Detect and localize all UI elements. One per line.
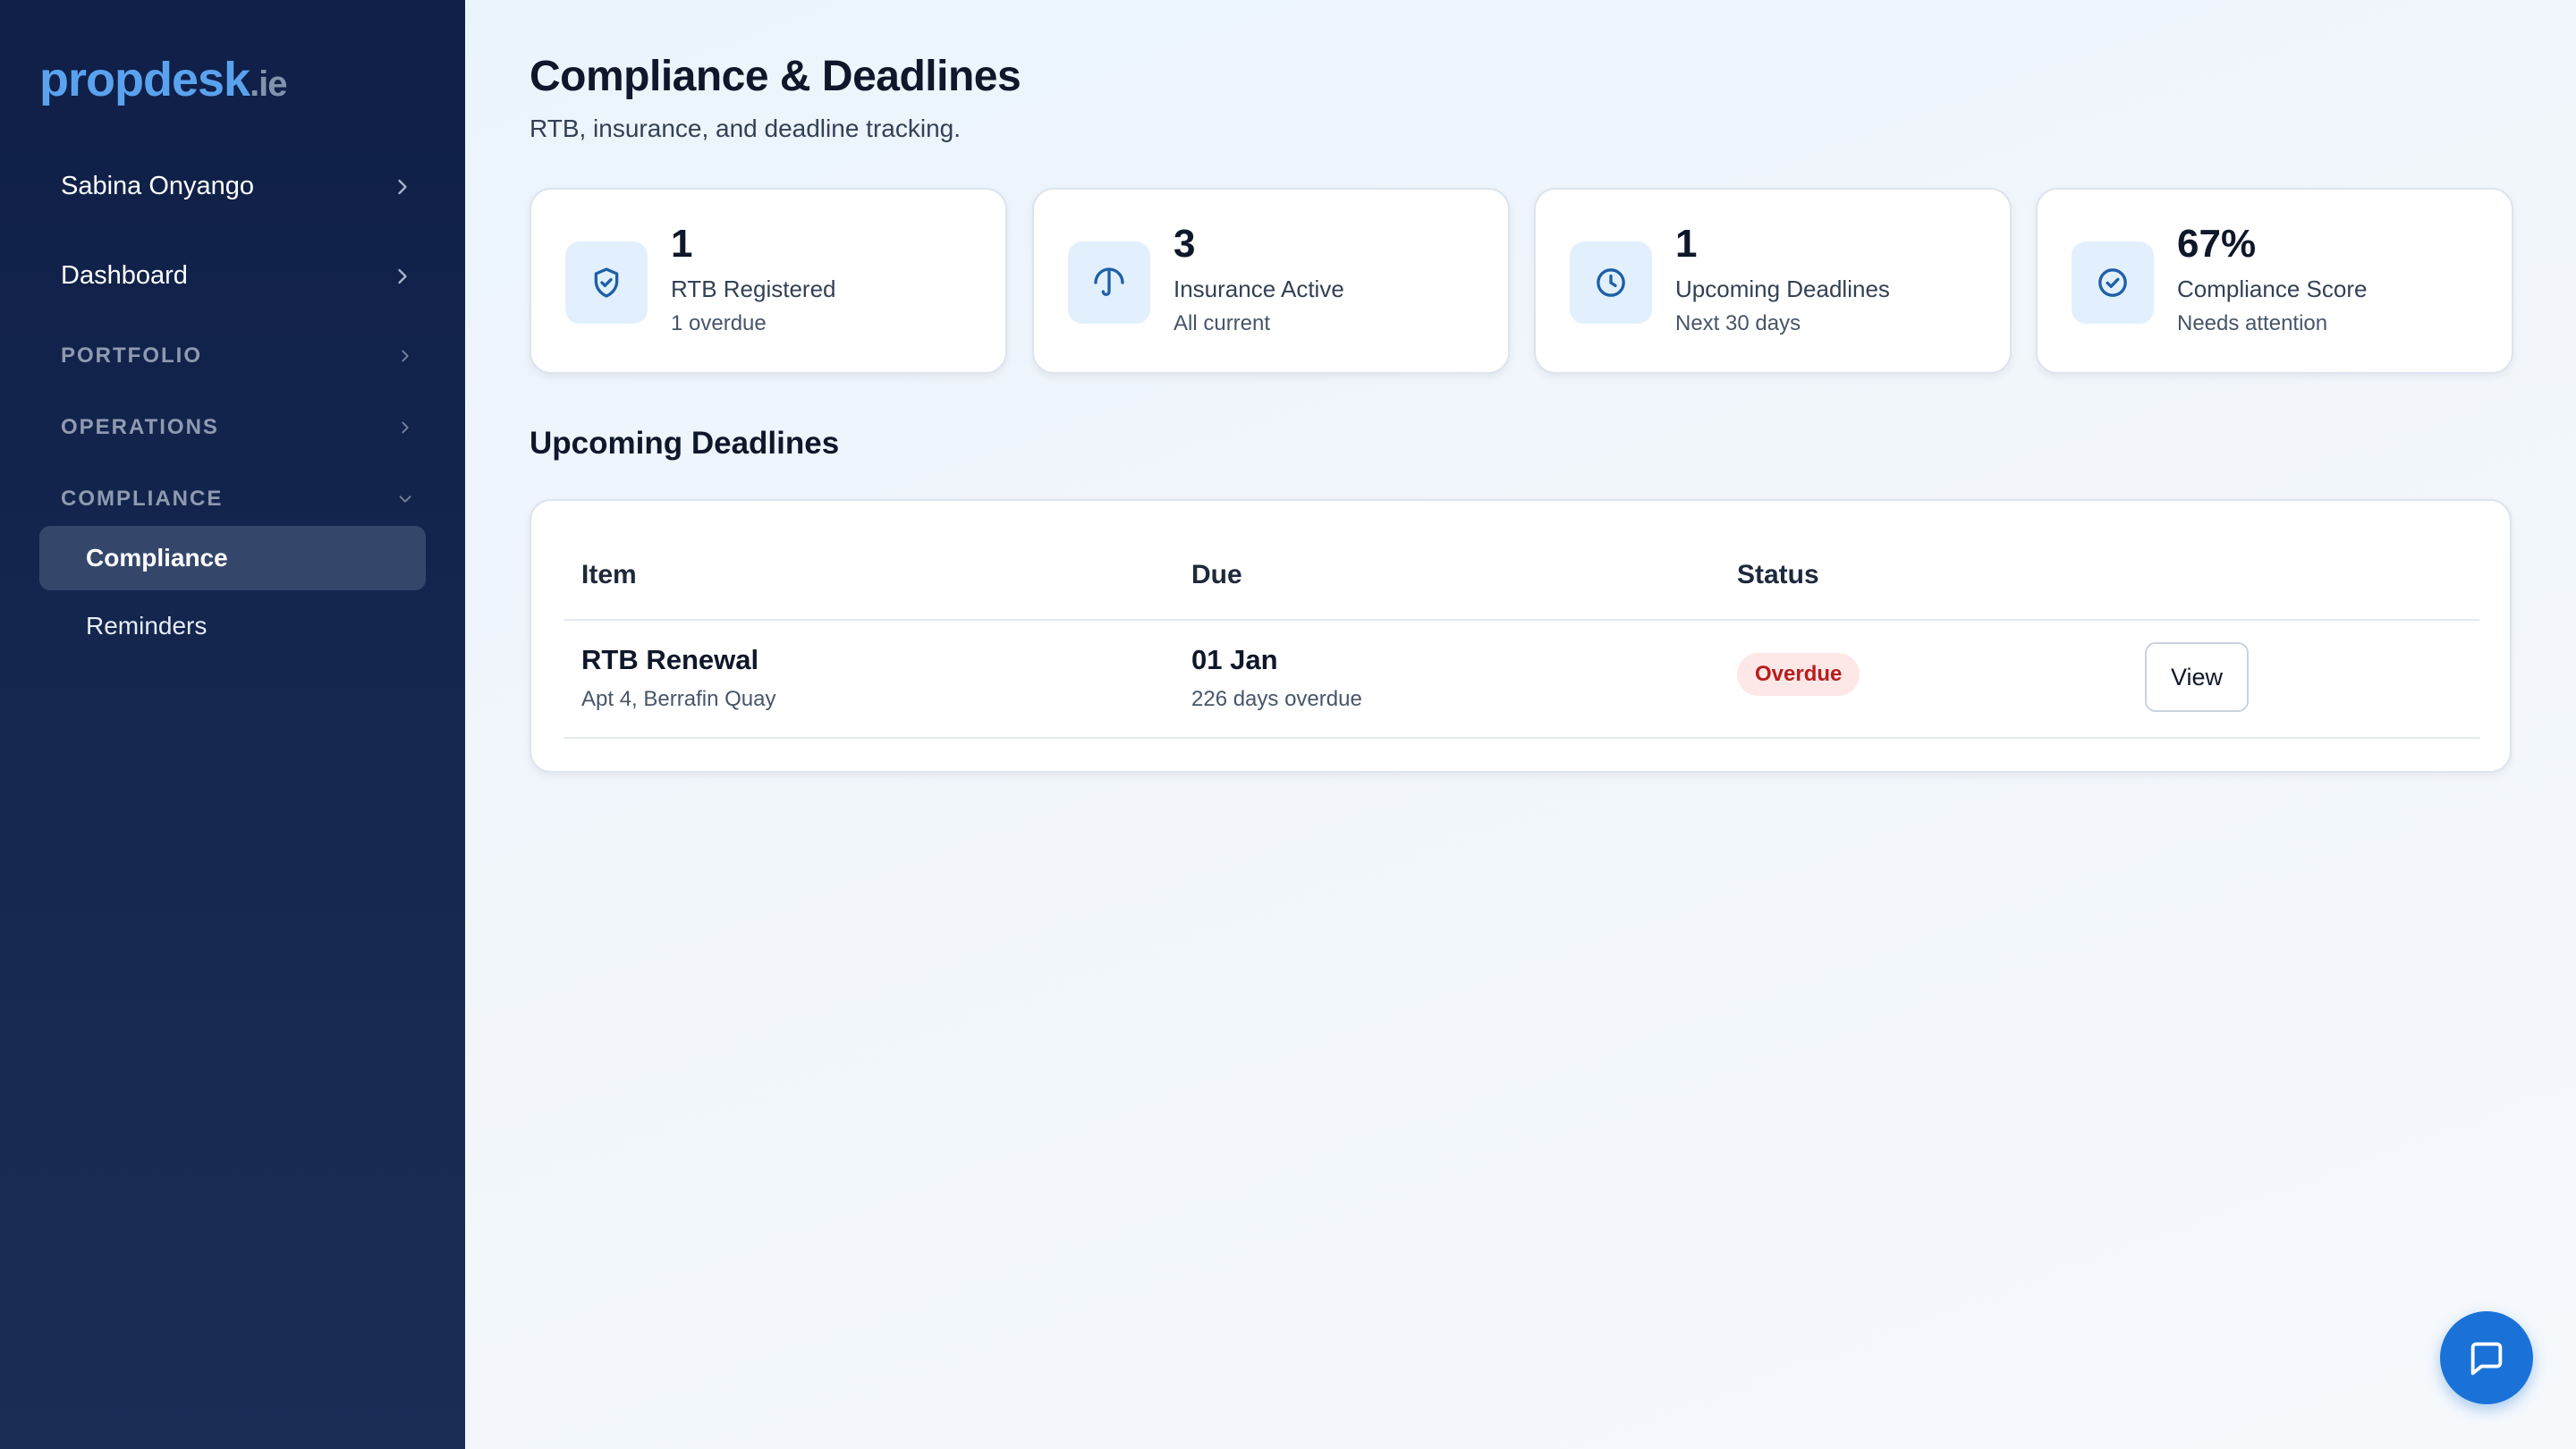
sidebar-item-dashboard[interactable]: Dashboard <box>61 261 415 291</box>
sidebar: propdesk.ie Sabina Onyango Dashboard POR… <box>0 0 465 1449</box>
clock-icon <box>1570 242 1652 324</box>
chevron-right-icon <box>402 421 409 434</box>
row-due: 01 Jan <box>1191 644 1278 675</box>
section-label: COMPLIANCE <box>61 487 224 511</box>
chevron-right-icon <box>402 350 409 362</box>
stat-value: 1 <box>671 222 693 266</box>
chevron-down-icon <box>399 496 411 503</box>
status-badge: Overdue <box>1737 653 1860 696</box>
stat-sub: 1 overdue <box>671 311 767 335</box>
chevron-right-icon <box>398 268 407 284</box>
umbrella-icon <box>1068 242 1150 324</box>
chat-bubble-icon <box>2470 1342 2503 1376</box>
stat-card-insurance: 3 Insurance Active All current <box>1032 188 1510 374</box>
brand-tld: .ie <box>250 64 287 104</box>
sidebar-section-compliance[interactable]: COMPLIANCE <box>61 487 415 512</box>
column-header-item: Item <box>581 560 637 589</box>
sidebar-item-label: Dashboard <box>61 261 188 290</box>
sidebar-item-reminders[interactable]: Reminders <box>39 594 426 658</box>
stat-sub: Needs attention <box>2177 311 2328 335</box>
stat-sub: All current <box>1174 311 1271 335</box>
row-item: RTB Renewal <box>581 644 759 675</box>
page-title: Compliance & Deadlines <box>530 53 1021 100</box>
stat-card-rtb: 1 RTB Registered 1 overdue <box>530 188 1007 374</box>
stat-sub: Next 30 days <box>1675 311 1801 335</box>
row-property: Apt 4, Berrafin Quay <box>581 687 776 711</box>
stat-value: 67% <box>2177 222 2257 266</box>
view-button[interactable]: View <box>2145 642 2249 712</box>
stat-label: RTB Registered <box>671 275 836 302</box>
stat-label: Compliance Score <box>2177 275 2368 302</box>
stat-value: 3 <box>1174 222 1196 266</box>
row-due-note: 226 days overdue <box>1191 687 1362 711</box>
stat-card-deadlines: 1 Upcoming Deadlines Next 30 days <box>1534 188 2012 374</box>
sidebar-section-operations[interactable]: OPERATIONS <box>61 415 415 440</box>
stat-card-score: 67% Compliance Score Needs attention <box>2036 188 2513 374</box>
sidebar-item-compliance[interactable]: Compliance <box>39 526 426 590</box>
column-header-status: Status <box>1737 560 1819 589</box>
section-title: Upcoming Deadlines <box>530 426 840 461</box>
page-subtitle: RTB, insurance, and deadline tracking. <box>530 114 961 142</box>
column-header-due: Due <box>1191 560 1242 589</box>
sidebar-user[interactable]: Sabina Onyango <box>61 172 415 201</box>
brand-logo[interactable]: propdesk.ie <box>39 52 288 107</box>
check-circle-icon <box>2072 242 2154 324</box>
chat-button[interactable] <box>2440 1311 2533 1404</box>
sidebar-item-label: Reminders <box>86 612 208 640</box>
row-divider <box>564 737 2479 739</box>
stat-value: 1 <box>1675 222 1698 266</box>
sidebar-item-label: Compliance <box>86 544 228 572</box>
stat-label: Insurance Active <box>1174 275 1344 302</box>
user-name: Sabina Onyango <box>61 172 255 200</box>
shield-check-icon <box>565 242 648 324</box>
section-label: PORTFOLIO <box>61 343 202 368</box>
header-divider <box>564 619 2479 621</box>
sidebar-section-portfolio[interactable]: PORTFOLIO <box>61 343 415 369</box>
stat-label: Upcoming Deadlines <box>1675 275 1890 302</box>
chevron-right-icon <box>398 179 407 194</box>
deadlines-table: Item Due Status RTB Renewal Apt 4, Berra… <box>530 499 2512 773</box>
section-label: OPERATIONS <box>61 415 219 439</box>
brand-name: propdesk <box>39 53 250 106</box>
